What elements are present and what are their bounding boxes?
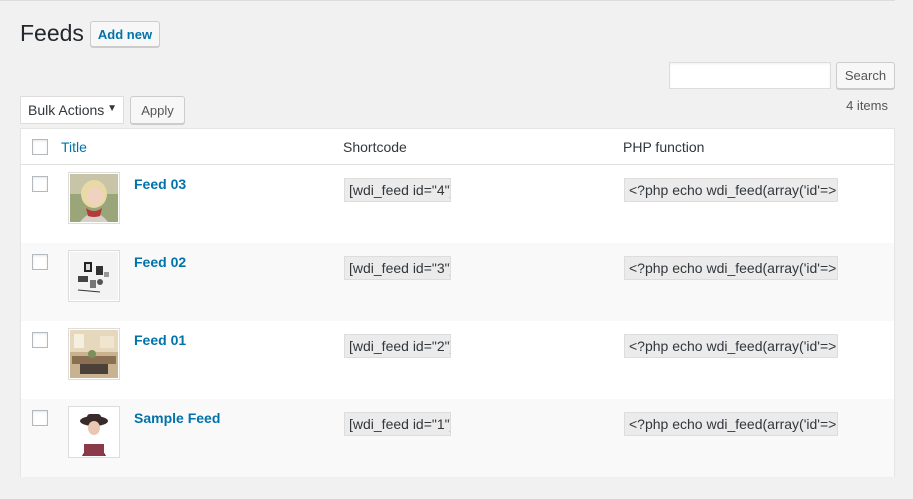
apply-button[interactable]: Apply	[130, 96, 185, 124]
bulk-actions-select[interactable]: Bulk Actions ▼	[20, 96, 124, 124]
row-checkbox[interactable]	[32, 410, 48, 426]
table-header: Title Shortcode PHP function	[21, 129, 894, 165]
column-header-php-function: PHP function	[623, 139, 705, 155]
bulk-actions-selected-value: Bulk Actions	[28, 102, 105, 118]
woman-with-hat-photo-icon	[70, 408, 118, 456]
row-checkbox[interactable]	[32, 332, 48, 348]
table-row: Feed 02 [wdi_feed id="3"] <?php echo wdi…	[21, 243, 894, 321]
desk-flatlay-photo-icon	[70, 252, 118, 300]
shortcode-field[interactable]: [wdi_feed id="4"]	[344, 178, 451, 202]
add-new-button[interactable]: Add new	[90, 21, 160, 47]
feeds-table: Title Shortcode PHP function Feed 03 [wd…	[20, 128, 895, 477]
shortcode-field[interactable]: [wdi_feed id="1"]	[344, 412, 451, 436]
search-button[interactable]: Search	[836, 62, 895, 89]
php-function-field[interactable]: <?php echo wdi_feed(array('id'=>	[624, 334, 838, 358]
php-function-field[interactable]: <?php echo wdi_feed(array('id'=>	[624, 178, 838, 202]
woman-portrait-photo-icon	[70, 174, 118, 222]
top-divider	[0, 0, 895, 1]
items-count: 4 items	[846, 98, 888, 113]
php-function-field[interactable]: <?php echo wdi_feed(array('id'=>	[624, 256, 838, 280]
dropdown-arrow-icon: ▼	[107, 103, 117, 114]
living-room-photo-icon	[70, 330, 118, 378]
feed-title-link[interactable]: Feed 03	[134, 176, 186, 192]
table-row: Feed 01 [wdi_feed id="2"] <?php echo wdi…	[21, 321, 894, 399]
feed-thumbnail[interactable]	[68, 328, 120, 380]
page-title: Feeds	[20, 20, 84, 46]
feed-thumbnail[interactable]	[68, 250, 120, 302]
column-header-shortcode: Shortcode	[343, 139, 407, 155]
column-header-title[interactable]: Title	[61, 139, 87, 155]
shortcode-field[interactable]: [wdi_feed id="3"]	[344, 256, 451, 280]
search-input[interactable]	[669, 62, 831, 89]
shortcode-field[interactable]: [wdi_feed id="2"]	[344, 334, 451, 358]
feed-title-link[interactable]: Feed 01	[134, 332, 186, 348]
feed-thumbnail[interactable]	[68, 406, 120, 458]
table-row: Feed 03 [wdi_feed id="4"] <?php echo wdi…	[21, 165, 894, 243]
feed-thumbnail[interactable]	[68, 172, 120, 224]
php-function-field[interactable]: <?php echo wdi_feed(array('id'=>	[624, 412, 838, 436]
feed-title-link[interactable]: Feed 02	[134, 254, 186, 270]
row-checkbox[interactable]	[32, 176, 48, 192]
select-all-checkbox[interactable]	[32, 139, 48, 155]
table-row: Sample Feed [wdi_feed id="1"] <?php echo…	[21, 399, 894, 477]
row-checkbox[interactable]	[32, 254, 48, 270]
feed-title-link[interactable]: Sample Feed	[134, 410, 220, 426]
